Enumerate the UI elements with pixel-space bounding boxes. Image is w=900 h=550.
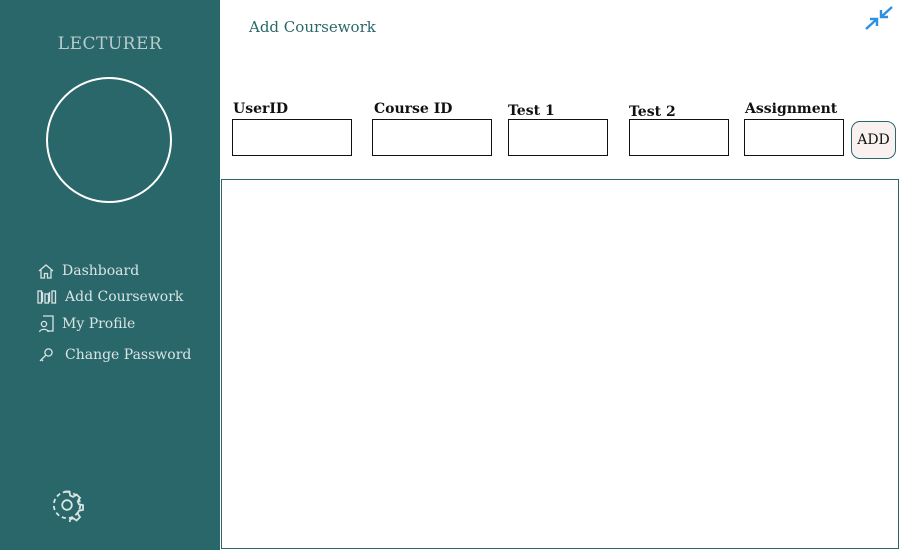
avatar [46, 77, 172, 203]
sidebar-item-label: My Profile [62, 316, 136, 332]
sidebar-item-label: Dashboard [62, 263, 140, 279]
course-id-label: Course ID [374, 101, 453, 117]
coursework-results-panel [221, 179, 899, 549]
sidebar-item-label: Add Coursework [65, 289, 184, 305]
home-icon [36, 262, 56, 280]
add-button[interactable]: ADD [851, 121, 896, 159]
gear-icon[interactable] [50, 488, 84, 524]
role-title: LECTURER [57, 34, 163, 54]
sidebar-item-my-profile[interactable]: My Profile [36, 315, 135, 333]
sidebar-item-label: Change Password [65, 347, 192, 363]
profile-document-icon [36, 315, 56, 333]
sidebar-item-dashboard[interactable]: Dashboard [36, 262, 139, 280]
assignment-label: Assignment [745, 101, 838, 117]
sidebar: LECTURER Dashboard Add Coursework My Pro… [0, 0, 220, 550]
assignment-input[interactable] [744, 119, 844, 156]
test-1-input[interactable] [508, 119, 608, 156]
test-1-label: Test 1 [508, 103, 555, 119]
sidebar-item-add-coursework[interactable]: Add Coursework [36, 288, 183, 306]
userid-input[interactable] [232, 119, 352, 156]
userid-label: UserID [233, 101, 289, 117]
sidebar-item-change-password[interactable]: Change Password [36, 346, 191, 364]
test-2-input[interactable] [629, 119, 729, 156]
test-2-label: Test 2 [629, 104, 676, 120]
key-icon [36, 346, 56, 364]
bar-chart-icon [36, 288, 58, 306]
collapse-arrows-icon[interactable] [864, 5, 894, 31]
course-id-input[interactable] [372, 119, 492, 156]
page-title: Add Coursework [249, 18, 376, 36]
